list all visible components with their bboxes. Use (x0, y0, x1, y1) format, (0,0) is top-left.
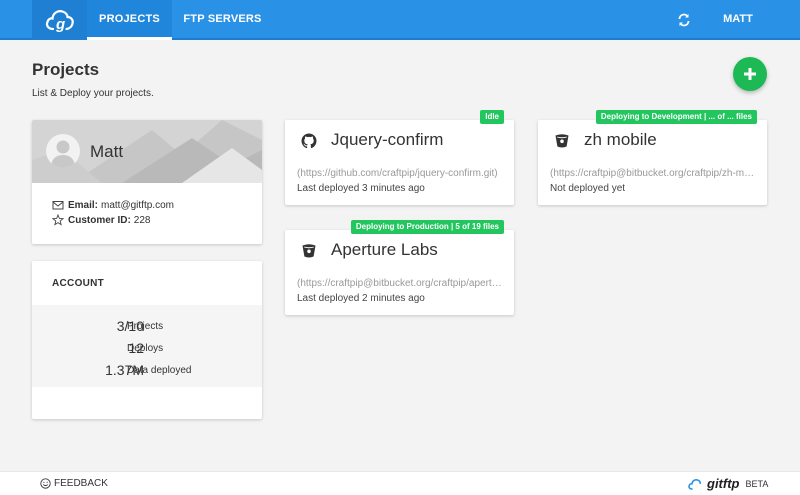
smiley-icon (40, 478, 51, 489)
project-status: Last deployed 3 minutes ago (297, 183, 425, 194)
status-badge: Idle (480, 110, 504, 124)
project-card-aperture-labs[interactable]: Deploying to Production | 5 of 19 files … (285, 220, 514, 315)
stat-label: Deploys (127, 343, 164, 354)
user-menu[interactable]: MATT (708, 0, 768, 40)
add-project-button[interactable] (733, 57, 767, 91)
plus-icon (744, 68, 756, 80)
bitbucket-icon (554, 133, 570, 149)
star-icon (51, 213, 65, 226)
customer-id-row: Customer ID: 228 (51, 213, 151, 226)
project-status: Not deployed yet (550, 183, 626, 194)
email-row: Email: matt@gitftp.com (52, 199, 174, 211)
envelope-icon (52, 199, 64, 211)
page-title: Projects (32, 60, 100, 79)
tab-projects[interactable]: PROJECTS (87, 0, 172, 40)
account-stats: 3/10 Projects 12 Deploys 1.37M Data depl… (32, 305, 262, 387)
stat-label: Data deployed (127, 365, 192, 376)
project-title: Aperture Labs (331, 240, 438, 259)
tab-ftp-servers[interactable]: FTP SERVERS (175, 0, 270, 40)
svg-text:g: g (55, 16, 65, 33)
customer-id-value: 228 (133, 214, 151, 226)
project-title: zh mobile (584, 130, 657, 149)
customer-id-label: Customer ID: (68, 214, 131, 226)
feedback-label: FEEDBACK (54, 478, 108, 489)
email-label: Email: (68, 199, 99, 211)
status-badge: Deploying to Production | 5 of 19 files (350, 220, 504, 234)
refresh-icon[interactable] (676, 12, 692, 28)
account-title: ACCOUNT (52, 278, 105, 289)
gitftp-cloud-icon (688, 478, 701, 490)
project-status: Last deployed 2 minutes ago (297, 293, 425, 304)
page-subtitle: List & Deploy your projects. (32, 88, 154, 99)
profile-banner: Matt (32, 120, 262, 183)
bitbucket-icon (301, 243, 317, 259)
status-badge: Deploying to Development | ... of ... fi… (595, 110, 757, 124)
avatar (46, 134, 80, 168)
profile-name: Matt (90, 142, 124, 161)
feedback-link[interactable]: FEEDBACK (40, 478, 108, 489)
project-url: (https://craftpip@bitbucket.org/craftpip… (297, 278, 502, 289)
project-card-zh-mobile[interactable]: Deploying to Development | ... of ... fi… (538, 110, 767, 205)
brand: gitftp BETA (688, 476, 768, 491)
gitftp-logo-icon[interactable]: g (32, 0, 87, 40)
project-card-jquery-confirm[interactable]: Idle Jquery-confirm (https://github.com/… (285, 110, 514, 205)
stat-projects: 3/10 Projects (32, 318, 262, 338)
stat-label: Projects (127, 321, 164, 332)
project-title: Jquery-confirm (331, 130, 444, 149)
stat-data-deployed: 1.37M Data deployed (32, 362, 262, 382)
top-navbar: g PROJECTS FTP SERVERS MATT (0, 0, 800, 40)
profile-card: Matt Email: matt@gitftp.com Customer ID:… (32, 120, 262, 244)
stat-deploys: 12 Deploys (32, 340, 262, 360)
footer: FEEDBACK gitftp BETA (0, 471, 800, 495)
email-value: matt@gitftp.com (101, 199, 174, 211)
github-icon (301, 133, 317, 149)
project-url: (https://github.com/craftpip/jquery-conf… (297, 168, 498, 179)
beta-badge: BETA (745, 478, 769, 489)
project-url: (https://craftpip@bitbucket.org/craftpip… (550, 168, 755, 179)
brand-name: gitftp (707, 476, 740, 491)
